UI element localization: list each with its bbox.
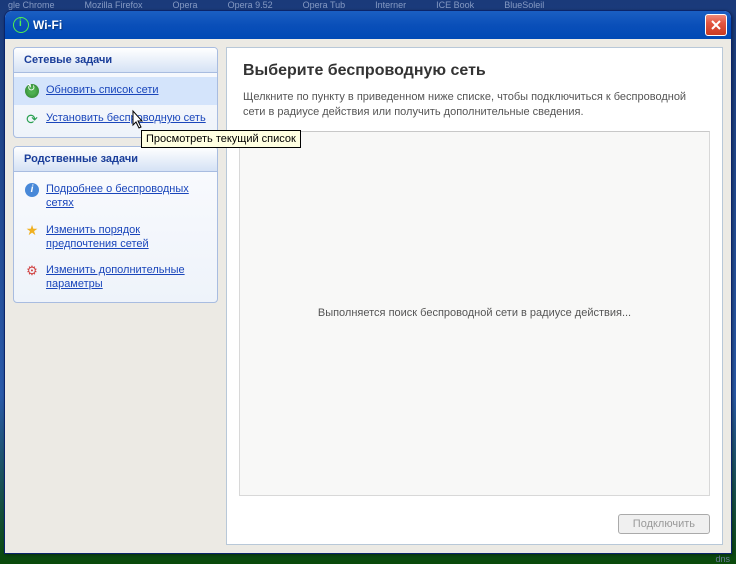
task-label: Установить беспроводную сеть [46,111,206,125]
searching-message: Выполняется поиск беспроводной сети в ра… [318,307,631,319]
network-tasks-panel: Сетевые задачи Обновить список сети ⟳ Ус… [13,47,218,138]
task-refresh-network-list[interactable]: Обновить список сети [14,77,217,105]
connect-button[interactable]: Подключить [618,514,710,534]
close-button[interactable] [705,14,727,36]
titlebar[interactable]: Wi-Fi [5,11,731,39]
main-header: Выберите беспроводную сеть [227,48,722,86]
task-change-order[interactable]: ★ Изменить порядок предпочтения сетей [14,217,217,258]
task-label: Изменить дополнительные параметры [46,263,206,292]
brand-watermark: dns [715,554,730,564]
sidebar: Сетевые задачи Обновить список сети ⟳ Ус… [13,47,218,545]
desktop-taskbar-hints: gle ChromeMozilla FirefoxOperaOpera 9.52… [0,0,736,10]
info-icon: i [24,182,40,198]
main-description: Щелкните по пункту в приведенном ниже сп… [227,86,722,131]
main-pane: Выберите беспроводную сеть Щелкните по п… [226,47,723,545]
related-tasks-body: i Подробнее о беспроводных сетях ★ Измен… [14,172,217,302]
network-tasks-body: Обновить список сети ⟳ Установить беспро… [14,73,217,137]
network-list-area: Выполняется поиск беспроводной сети в ра… [239,131,710,496]
advanced-icon: ⚙ [24,263,40,279]
setup-icon: ⟳ [24,111,40,127]
wifi-icon [13,17,29,33]
related-tasks-panel: Родственные задачи i Подробнее о беспров… [13,146,218,303]
close-icon [710,19,722,31]
window-body: Сетевые задачи Обновить список сети ⟳ Ус… [5,39,731,553]
window-title: Wi-Fi [33,18,62,32]
wifi-window: Wi-Fi Сетевые задачи Обновить список сет… [4,10,732,554]
task-learn-wireless[interactable]: i Подробнее о беспроводных сетях [14,176,217,217]
task-setup-wireless-network[interactable]: ⟳ Установить беспроводную сеть [14,105,217,133]
main-title: Выберите беспроводную сеть [243,62,706,80]
main-footer: Подключить [227,506,722,544]
task-label: Изменить порядок предпочтения сетей [46,223,206,252]
related-tasks-header: Родственные задачи [14,147,217,172]
refresh-icon [24,83,40,99]
network-tasks-header: Сетевые задачи [14,48,217,73]
tooltip: Просмотреть текущий список [141,130,301,148]
task-label: Подробнее о беспроводных сетях [46,182,206,211]
task-change-advanced[interactable]: ⚙ Изменить дополнительные параметры [14,257,217,298]
task-label: Обновить список сети [46,83,159,97]
star-icon: ★ [24,223,40,239]
